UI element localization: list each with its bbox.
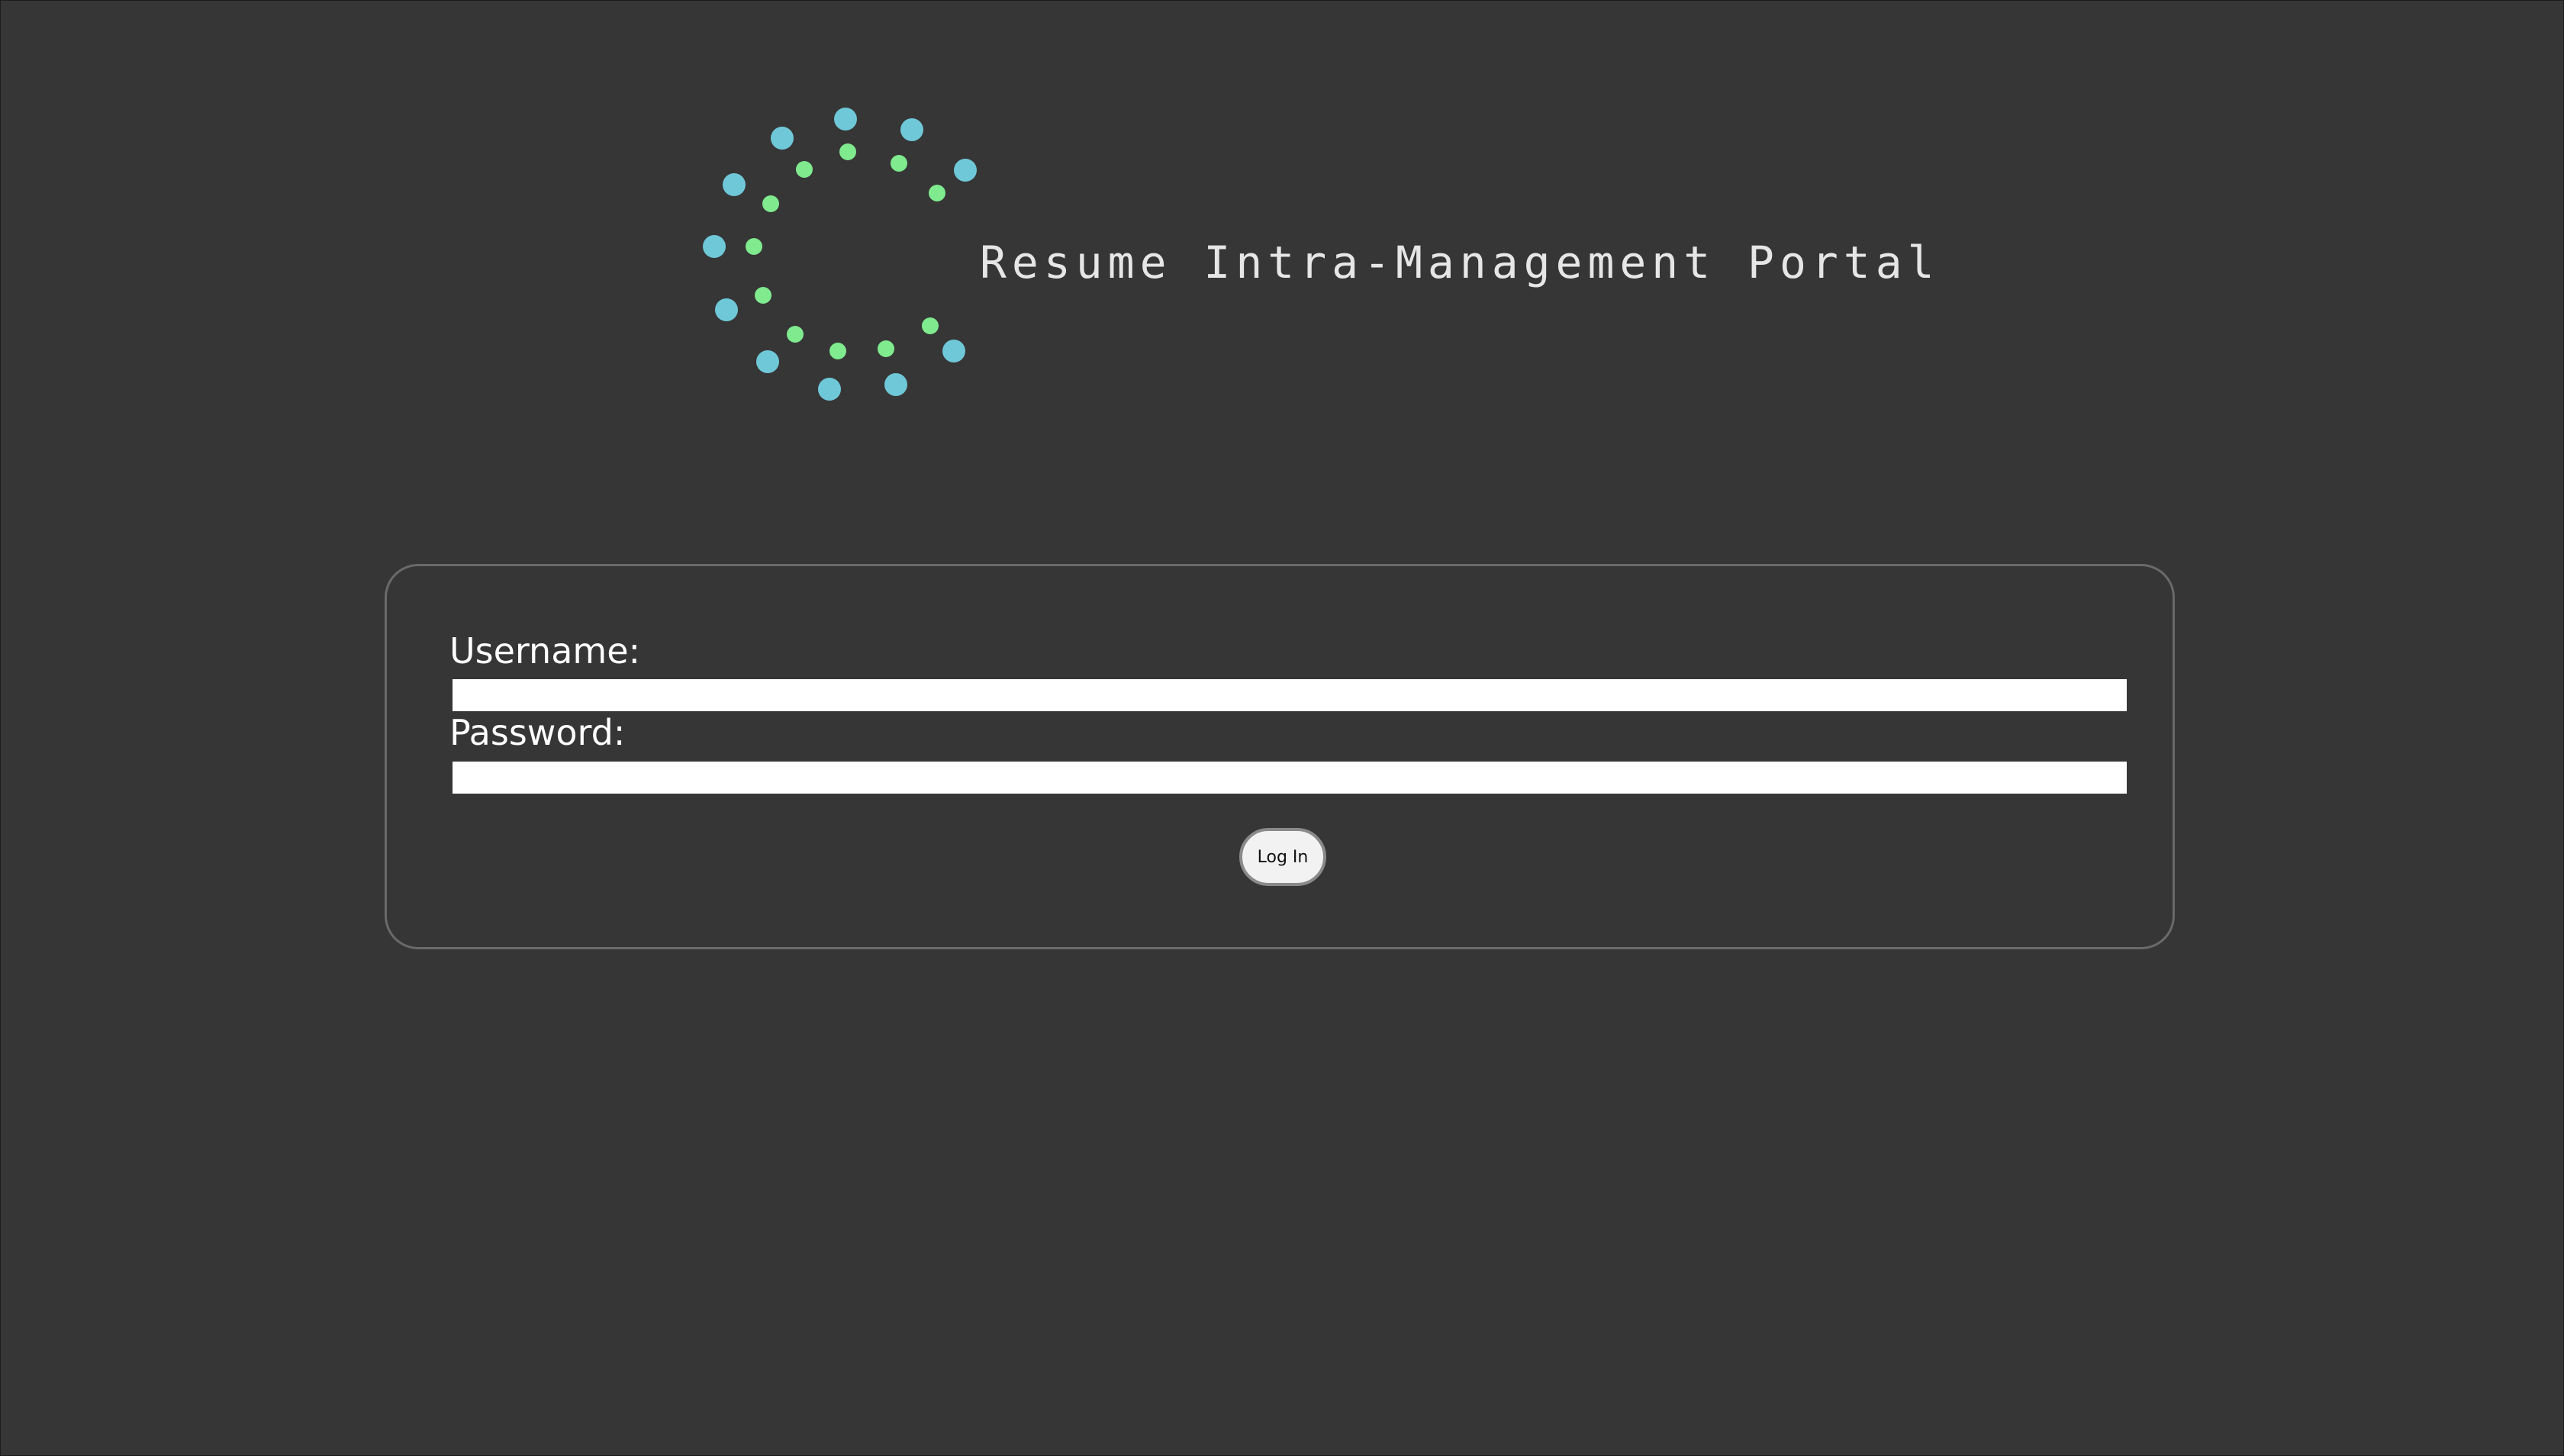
password-label: Password:: [449, 712, 626, 753]
dotted-ring-logo-icon: [703, 108, 977, 401]
site-title: Resume Intra-Management Portal: [980, 237, 1940, 288]
username-label: Username:: [449, 630, 640, 672]
login-form: Username: Password: Log In: [385, 564, 2175, 949]
header: Resume Intra-Management Portal: [687, 99, 1984, 420]
login-button[interactable]: Log In: [1239, 828, 1326, 886]
username-input[interactable]: [453, 679, 2127, 711]
password-input[interactable]: [453, 762, 2127, 794]
